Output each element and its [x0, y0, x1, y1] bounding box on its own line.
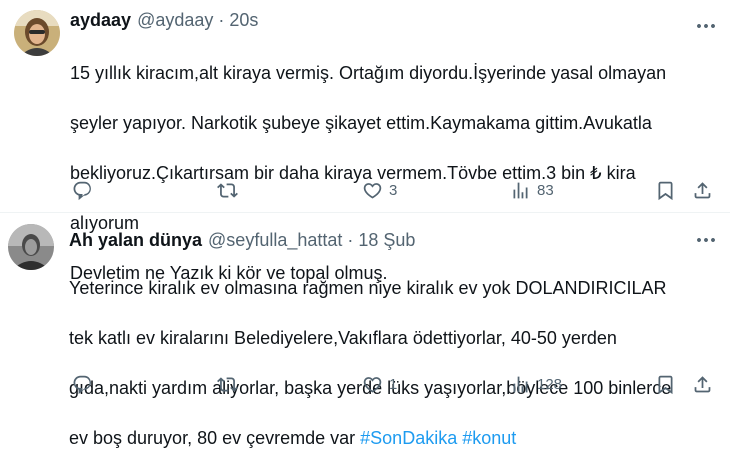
share-icon	[692, 374, 713, 395]
views-icon	[510, 374, 531, 395]
like-button[interactable]: 3	[362, 180, 397, 201]
tweet-text-line: ev boş duruyor, 80 ev çevremde var #SonD…	[69, 426, 719, 451]
user-handle[interactable]: @aydaay	[137, 10, 213, 31]
views-count: 128	[537, 376, 563, 393]
tweet-text-line: Yeterince kiralık ev olmasına rağmen niy…	[69, 278, 667, 298]
display-name[interactable]: Ah yalan dünya	[69, 230, 202, 251]
display-name[interactable]: aydaay	[70, 10, 131, 31]
like-button[interactable]: 1	[362, 374, 397, 395]
like-count: 3	[389, 182, 398, 199]
tweet-text-line: 15 yıllık kiracım,alt kiraya vermiş. Ort…	[70, 63, 667, 83]
timestamp[interactable]: 18 Şub	[358, 230, 415, 251]
tweet-header: Ah yalan dünya @seyfulla_hattat · 18 Şub	[69, 230, 415, 251]
user-handle[interactable]: @seyfulla_hattat	[208, 230, 342, 251]
more-icon[interactable]	[694, 14, 718, 38]
avatar-image	[14, 10, 60, 56]
reply-button[interactable]	[72, 180, 93, 201]
like-icon	[362, 180, 383, 201]
retweet-button[interactable]	[217, 374, 238, 395]
tweet-header: aydaay @aydaay · 20s	[70, 10, 258, 31]
views-button[interactable]: 128	[510, 374, 562, 395]
bookmark-button[interactable]	[655, 374, 676, 395]
share-button[interactable]	[692, 374, 713, 395]
hashtag-link[interactable]: #konut	[462, 428, 516, 448]
retweet-icon	[217, 180, 238, 201]
separator: ·	[347, 230, 354, 250]
reply-icon	[72, 374, 93, 395]
action-bar: 1 128	[72, 374, 718, 400]
like-icon	[362, 374, 383, 395]
avatar[interactable]	[14, 10, 60, 56]
bookmark-icon	[655, 180, 676, 201]
tweet[interactable]: aydaay @aydaay · 20s 15 yıllık kiracım,a…	[0, 0, 730, 283]
views-icon	[510, 180, 531, 201]
retweet-icon	[217, 374, 238, 395]
timestamp[interactable]: 20s	[229, 10, 258, 31]
tweet-text-line: tek katlı ev kiralarını Belediyelere,Vak…	[69, 328, 617, 348]
tweet-text-line: şeyler yapıyor. Narkotik şubeye şikayet …	[70, 113, 652, 133]
retweet-button[interactable]	[217, 180, 238, 201]
avatar[interactable]	[8, 224, 54, 270]
reply-icon	[72, 180, 93, 201]
like-count: 1	[389, 376, 398, 393]
views-count: 83	[537, 182, 554, 199]
tweet-text: Yeterince kiralık ev olmasına rağmen niy…	[69, 251, 719, 476]
more-icon[interactable]	[694, 228, 718, 252]
reply-button[interactable]	[72, 374, 93, 395]
tweet-text-segment: ev boş duruyor, 80 ev çevremde var	[69, 428, 361, 448]
separator: ·	[218, 10, 225, 30]
views-button[interactable]: 83	[510, 180, 554, 201]
avatar-image	[8, 224, 54, 270]
share-icon	[692, 180, 713, 201]
bookmark-icon	[655, 374, 676, 395]
hashtag-link[interactable]: #SonDakika	[360, 428, 457, 448]
share-button[interactable]	[692, 180, 713, 201]
action-bar: 3 83	[72, 180, 718, 206]
bookmark-button[interactable]	[655, 180, 676, 201]
